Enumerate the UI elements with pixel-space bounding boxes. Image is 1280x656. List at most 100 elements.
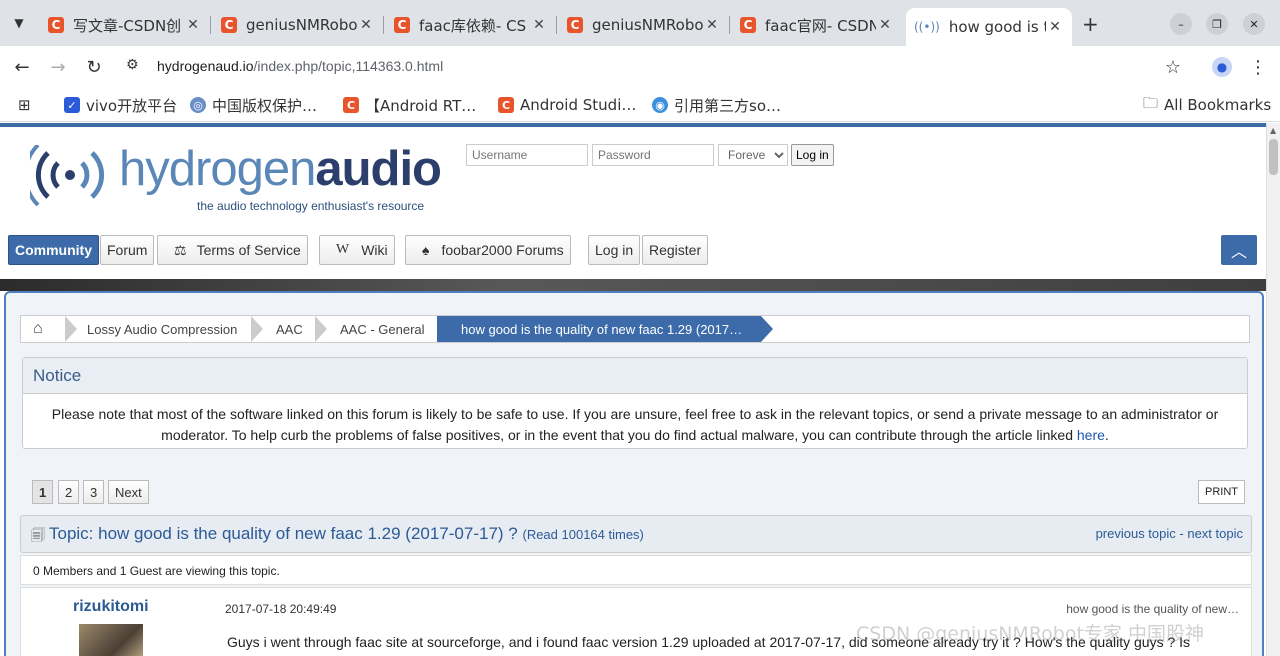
browser-tab-active[interactable]: ((•)) how good is the ✕: [906, 8, 1072, 46]
close-icon[interactable]: ✕: [530, 17, 548, 33]
scales-icon: ⚖: [174, 241, 187, 258]
login-button[interactable]: Log in: [791, 144, 834, 166]
csdn-icon: C: [740, 17, 756, 33]
tab-title: faac库依赖- CS: [419, 16, 527, 35]
address-bar[interactable]: ⚙ hydrogenaud.io/index.php/topic,114363.…: [118, 51, 1194, 83]
breadcrumb-item[interactable]: AAC: [276, 316, 303, 342]
menu-forum[interactable]: Forum: [100, 235, 155, 265]
all-bookmarks[interactable]: 🗀 All Bookmarks: [1143, 94, 1271, 115]
minimize-icon[interactable]: –: [1170, 13, 1192, 35]
csdn-icon: C: [498, 97, 514, 113]
close-icon[interactable]: ✕: [184, 17, 202, 33]
next-topic-link[interactable]: next topic: [1187, 526, 1243, 541]
breadcrumb-current[interactable]: how good is the quality of new faac 1.29…: [437, 316, 761, 342]
url-text[interactable]: hydrogenaud.io/index.php/topic,114363.0.…: [157, 58, 443, 74]
notice-link[interactable]: here: [1077, 427, 1105, 443]
menu-foobar[interactable]: ♠ foobar2000 Forums: [405, 235, 571, 265]
menu-community[interactable]: Community: [8, 235, 99, 265]
notice-panel: Notice Please note that most of the soft…: [22, 357, 1248, 449]
bookmark-item[interactable]: ◎ 中国版权保护…: [190, 95, 317, 115]
main-content: ⌂ Lossy Audio Compression AAC AAC - Gene…: [4, 291, 1264, 656]
browser-tab-5[interactable]: C faac官网- CSDN ✕: [732, 8, 902, 42]
scroll-up-arrow-icon[interactable]: ▲: [1270, 126, 1276, 135]
foobar-fox-icon: ♠: [422, 242, 430, 258]
csdn-icon: C: [567, 17, 583, 33]
close-icon[interactable]: ✕: [357, 17, 375, 33]
page-link[interactable]: 3: [83, 480, 105, 504]
bookmark-item[interactable]: C Android Studi…: [498, 95, 636, 115]
post-date: 2017-07-18 20:49:49: [225, 602, 337, 616]
password-field[interactable]: [592, 144, 714, 166]
site-header: hydrogenaudio the audio technology enthu…: [0, 127, 1266, 279]
new-tab-plus-icon[interactable]: +: [1082, 12, 1099, 36]
next-page-button[interactable]: Next: [108, 480, 149, 504]
menu-terms[interactable]: ⚖ Terms of Service: [157, 235, 308, 265]
csdn-icon: C: [394, 17, 410, 33]
browser-tab-1[interactable]: C 写文章-CSDN创 ✕: [40, 8, 211, 42]
tab-bar: ▼ C 写文章-CSDN创 ✕ C geniusNMRobo ✕ C faac库…: [0, 0, 1280, 46]
post-author[interactable]: rizukitomi: [73, 598, 149, 616]
browser-tab-3[interactable]: C faac库依赖- CS ✕: [386, 8, 557, 42]
site-tagline: the audio technology enthusiast's resour…: [197, 199, 425, 213]
reload-icon[interactable]: ↻: [81, 54, 107, 80]
scrollbar-thumb[interactable]: [1269, 139, 1278, 175]
apps-grid-icon[interactable]: ⊞: [18, 95, 31, 115]
bookmarks-bar: ⊞ ✓ vivo开放平台 ◎ 中国版权保护… C 【Android RT… C Andr…: [0, 88, 1280, 122]
bookmark-favicon: ✓: [64, 97, 80, 113]
viewing-status: 0 Members and 1 Guest are viewing this t…: [20, 555, 1252, 585]
watermark: CSDN @geniusNMRobot专家 中国股神: [856, 623, 1204, 645]
bookmark-favicon: ◎: [190, 97, 206, 113]
bookmark-item[interactable]: ✓ vivo开放平台: [64, 95, 177, 115]
menu-kebab-icon[interactable]: ⋮: [1245, 54, 1271, 80]
notice-text: Please note that most of the software li…: [51, 406, 1219, 443]
page-link[interactable]: 1: [32, 480, 54, 504]
browser-tab-4[interactable]: C geniusNMRobo ✕: [559, 8, 730, 42]
browser-tab-2[interactable]: C geniusNMRobo ✕: [213, 8, 384, 42]
username-field[interactable]: [466, 144, 588, 166]
home-icon[interactable]: ⌂: [33, 316, 43, 342]
breadcrumb-item[interactable]: AAC - General: [340, 316, 425, 342]
menu-login[interactable]: Log in: [588, 235, 641, 265]
menu-wiki[interactable]: W Wiki: [319, 235, 395, 265]
csdn-icon: C: [343, 97, 359, 113]
avatar: [79, 624, 143, 656]
close-icon[interactable]: ✕: [876, 17, 894, 33]
web-page: hydrogenaudio the audio technology enthu…: [0, 123, 1266, 656]
tab-title: geniusNMRobo: [592, 16, 703, 34]
close-icon[interactable]: ✕: [703, 17, 721, 33]
tab-title: 写文章-CSDN创: [73, 16, 182, 35]
notice-title: Notice: [23, 358, 1247, 394]
site-logo-text[interactable]: hydrogenaudio: [119, 141, 442, 197]
maximize-icon[interactable]: ❐: [1206, 13, 1228, 35]
audio-wave-icon: ((•)): [914, 20, 940, 34]
post-subject[interactable]: how good is the quality of new…: [1066, 602, 1239, 616]
bookmark-item[interactable]: C 【Android RT…: [343, 95, 476, 115]
wiki-w-icon: W: [336, 242, 350, 257]
close-icon[interactable]: ✕: [1046, 19, 1064, 35]
previous-topic-link[interactable]: previous topic: [1096, 526, 1176, 541]
tab-title: geniusNMRobo: [246, 16, 357, 34]
bookmark-item[interactable]: ◉ 引用第三方so…: [652, 95, 781, 115]
breadcrumb-item[interactable]: Lossy Audio Compression: [87, 316, 237, 342]
bookmark-favicon: ◉: [652, 97, 668, 113]
browser-toolbar: ← → ↻ ⚙ hydrogenaud.io/index.php/topic,1…: [0, 46, 1280, 88]
page-link[interactable]: 2: [58, 480, 80, 504]
site-info-icon[interactable]: ⚙: [126, 57, 139, 73]
window-close-icon[interactable]: ✕: [1243, 13, 1265, 35]
menu-register[interactable]: Register: [642, 235, 709, 265]
forward-arrow-icon[interactable]: →: [45, 54, 71, 80]
topic-nav: previous topic - next topic: [1095, 526, 1243, 541]
bookmark-star-icon[interactable]: ☆: [1160, 54, 1186, 80]
breadcrumb: ⌂ Lossy Audio Compression AAC AAC - Gene…: [20, 315, 1250, 343]
tab-search-chevron-icon[interactable]: ▼: [4, 8, 34, 38]
topic-header: 🗐 Topic: how good is the quality of new …: [20, 515, 1252, 553]
remember-select[interactable]: Forever: [718, 144, 788, 166]
print-button[interactable]: PRINT: [1198, 480, 1245, 504]
tab-title: how good is the: [948, 18, 1046, 36]
profile-avatar-icon[interactable]: ●: [1209, 54, 1235, 80]
read-count: (Read 100164 times): [522, 527, 644, 542]
hydrogenaudio-logo-icon: [30, 145, 105, 207]
scroll-up-chevron-icon[interactable]: ︿: [1221, 235, 1257, 265]
back-arrow-icon[interactable]: ←: [9, 54, 35, 80]
page-scrollbar[interactable]: ▲: [1266, 123, 1280, 656]
